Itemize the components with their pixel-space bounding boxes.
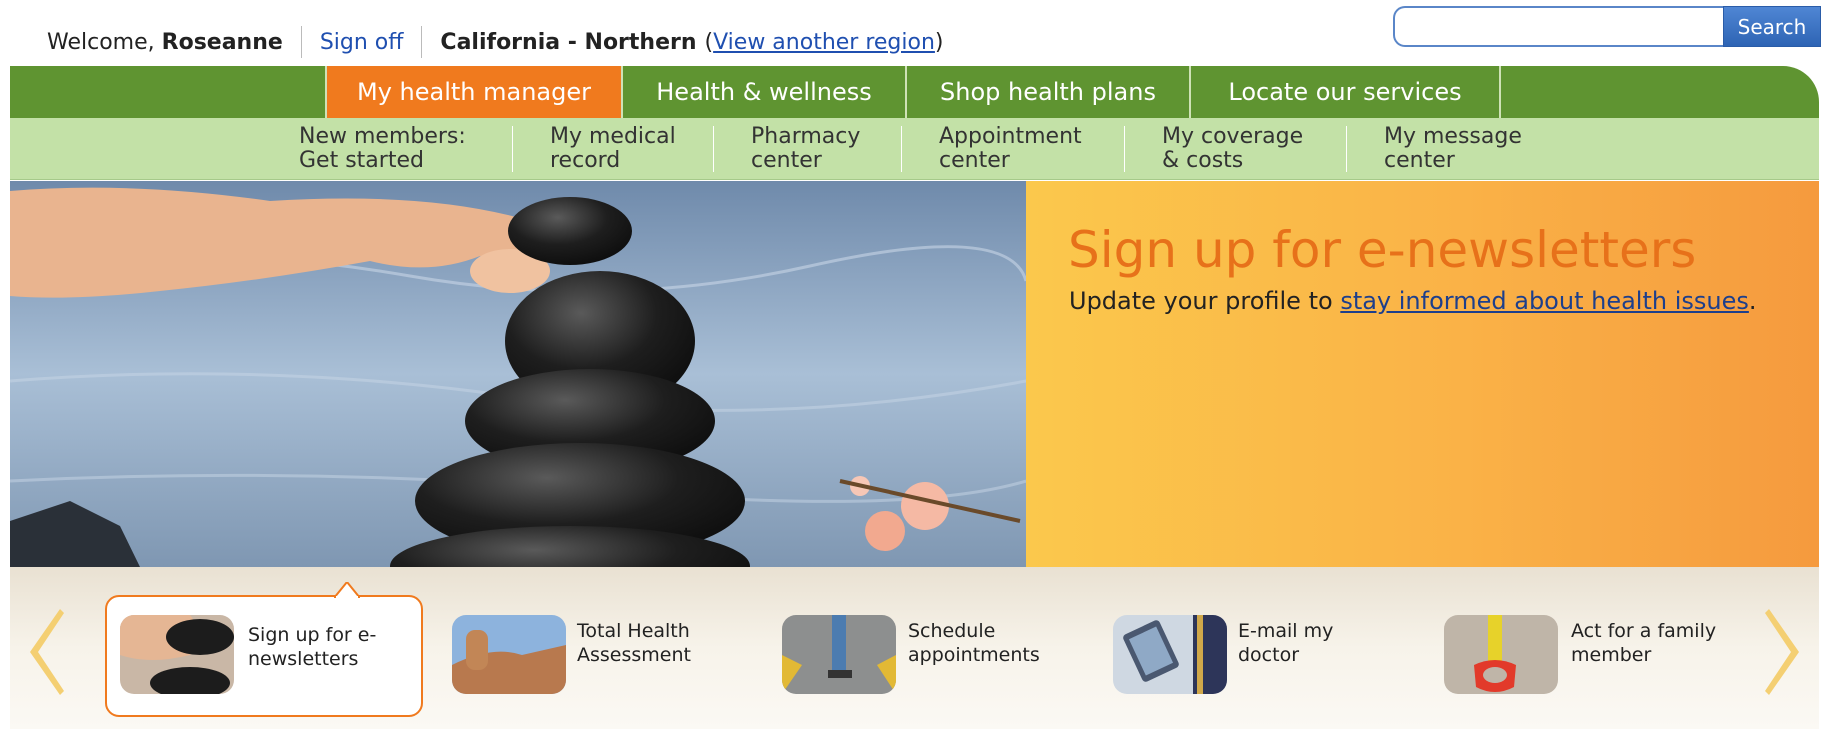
- subnav-item-new-members[interactable]: New members: Get started: [299, 125, 466, 173]
- subnav-divider: [512, 126, 513, 172]
- promo-text-prefix: Update your profile to: [1069, 287, 1341, 315]
- subnav-item-pharmacy-center[interactable]: Pharmacy center: [751, 125, 860, 173]
- sign-off-link[interactable]: Sign off: [320, 30, 404, 55]
- feature-carousel: Sign up for e- newsletters Total Health …: [10, 567, 1819, 729]
- chevron-right-icon[interactable]: [1765, 609, 1801, 695]
- pointer-arrow-icon: [334, 582, 360, 598]
- divider: [300, 26, 302, 58]
- carousel-label-line1: Schedule: [908, 620, 996, 642]
- thumbs-up-thumbnail-icon: [452, 615, 566, 694]
- carousel-label-line1: E-mail my: [1238, 620, 1334, 642]
- tab-shop-health-plans[interactable]: Shop health plans: [907, 66, 1191, 118]
- carousel-item-act-for-family[interactable]: Act for a family member: [1442, 599, 1762, 694]
- welcome-bar: Welcome, Roseanne Sign off California - …: [47, 26, 944, 58]
- subnav-label-line1: New members:: [299, 124, 466, 149]
- subnav-label-line1: My medical: [550, 124, 676, 149]
- newsletter-promo: Sign up for e-newsletters Update your pr…: [1026, 181, 1819, 567]
- subnav-label-line2: center: [1384, 148, 1455, 173]
- hero-stones-image: [10, 181, 1026, 567]
- search-bar: Search: [1393, 6, 1821, 47]
- stay-informed-link[interactable]: stay informed about health issues: [1340, 287, 1749, 315]
- carousel-item-label: Total Health Assessment: [577, 619, 691, 667]
- user-name: Roseanne: [161, 29, 283, 55]
- promo-text-suffix: .: [1748, 287, 1757, 315]
- carousel-item-label: Act for a family member: [1571, 619, 1716, 667]
- subnav-label-line2: center: [939, 148, 1010, 173]
- subnav-label-line1: Pharmacy: [751, 124, 861, 149]
- subnav-label-line2: record: [550, 148, 621, 173]
- divider: [421, 26, 423, 58]
- tab-locate-our-services[interactable]: Locate our services: [1191, 66, 1501, 118]
- promo-text: Update your profile to stay informed abo…: [1069, 287, 1757, 315]
- welcome-text: Welcome, Roseanne: [47, 29, 283, 55]
- carousel-item-schedule-appointments[interactable]: Schedule appointments: [780, 599, 1080, 694]
- top-bar: Welcome, Roseanne Sign off California - …: [0, 0, 1830, 66]
- carousel-item-label: E-mail my doctor: [1238, 619, 1333, 667]
- carousel-label-line2: appointments: [908, 644, 1040, 666]
- stones-thumbnail-icon: [120, 615, 234, 694]
- subnav-label-line2: Get started: [299, 148, 424, 173]
- toy-shovel-thumbnail-icon: [1444, 615, 1558, 694]
- subnav-divider: [713, 126, 714, 172]
- subnav-item-coverage-costs[interactable]: My coverage & costs: [1162, 125, 1303, 173]
- search-button[interactable]: Search: [1723, 6, 1821, 47]
- chevron-left-icon[interactable]: [28, 609, 64, 695]
- carousel-label-line2: doctor: [1238, 644, 1300, 666]
- subnav-divider: [901, 126, 902, 172]
- carousel-item-label: Schedule appointments: [908, 619, 1040, 667]
- stones-illustration: [10, 181, 1026, 567]
- carousel-label-line2: newsletters: [248, 648, 359, 670]
- tab-health-wellness[interactable]: Health & wellness: [623, 66, 907, 118]
- carousel-label-line1: Sign up for e-: [248, 624, 377, 646]
- subnav-label-line1: Appointment: [939, 124, 1082, 149]
- sub-navigation: New members: Get started My medical reco…: [10, 118, 1819, 180]
- subnav-label-line1: My coverage: [1162, 124, 1304, 149]
- carousel-item-label: Sign up for e- newsletters: [248, 623, 376, 671]
- tab-my-health-manager[interactable]: My health manager: [325, 66, 623, 118]
- promo-title: Sign up for e-newsletters: [1068, 221, 1697, 279]
- region-name: California - Northern: [440, 29, 697, 55]
- subnav-label-line2: & costs: [1162, 148, 1244, 173]
- carousel-label-line1: Act for a family: [1571, 620, 1717, 642]
- carousel-label-line1: Total Health: [577, 620, 690, 642]
- subnav-label-line2: center: [751, 148, 822, 173]
- subnav-item-message-center[interactable]: My message center: [1384, 125, 1522, 173]
- view-another-region-link[interactable]: View another region: [713, 30, 935, 55]
- search-input[interactable]: [1393, 6, 1723, 47]
- region-link-wrapper: (View another region): [704, 29, 944, 55]
- carousel-item-email-doctor[interactable]: E-mail my doctor: [1111, 599, 1411, 694]
- carousel-item-newsletters[interactable]: Sign up for e- newsletters: [105, 582, 423, 717]
- subnav-divider: [1346, 126, 1347, 172]
- tablet-device-thumbnail-icon: [1113, 615, 1227, 694]
- carousel-label-line2: Assessment: [577, 644, 691, 666]
- subnav-item-appointment-center[interactable]: Appointment center: [939, 125, 1082, 173]
- carousel-label-line2: member: [1571, 644, 1652, 666]
- carousel-item-total-health-assessment[interactable]: Total Health Assessment: [450, 599, 750, 694]
- subnav-item-medical-record[interactable]: My medical record: [550, 125, 676, 173]
- walking-person-thumbnail-icon: [782, 615, 896, 694]
- subnav-label-line1: My message: [1384, 124, 1522, 149]
- subnav-divider: [1124, 126, 1125, 172]
- main-navigation: My health manager Health & wellness Shop…: [10, 66, 1819, 118]
